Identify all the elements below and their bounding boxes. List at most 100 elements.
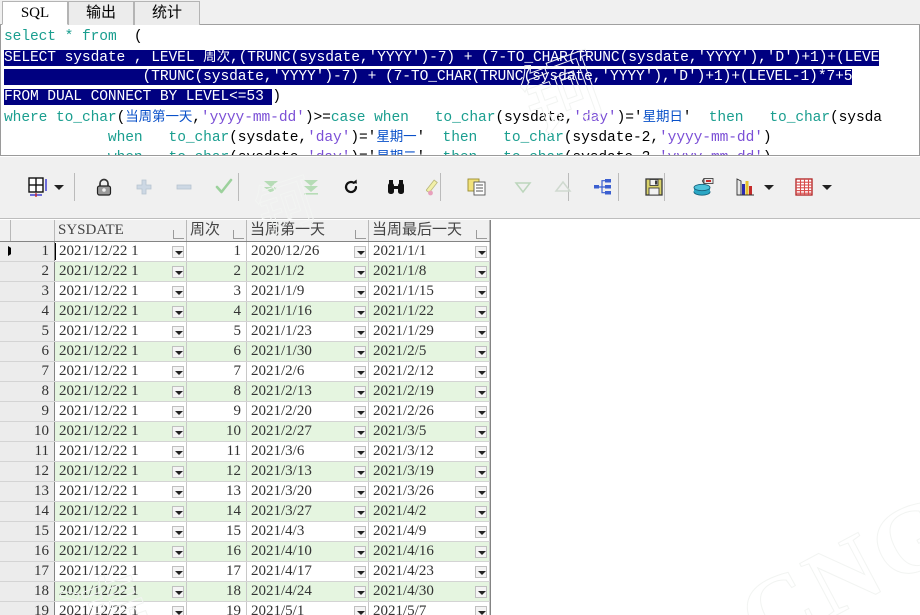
grid-layout-dropdown-arrow[interactable] xyxy=(54,182,65,193)
cell-rownum[interactable]: 7 xyxy=(11,362,55,381)
cell-dropdown-icon[interactable] xyxy=(475,326,487,338)
cell-marker[interactable] xyxy=(0,282,11,301)
cell-dropdown-icon[interactable] xyxy=(354,246,366,258)
cell-dropdown-icon[interactable] xyxy=(172,446,184,458)
cell-dropdown-icon[interactable] xyxy=(354,566,366,578)
cell-sysdate[interactable]: 2021/12/22 1 xyxy=(55,322,187,341)
cell-week[interactable]: 8 xyxy=(187,382,247,401)
cell-week[interactable]: 11 xyxy=(187,442,247,461)
cell-first[interactable]: 2021/5/1 xyxy=(247,602,369,615)
cell-dropdown-icon[interactable] xyxy=(475,486,487,498)
cell-rownum[interactable]: 18 xyxy=(11,582,55,601)
cell-last[interactable]: 2021/1/8 xyxy=(369,262,490,281)
cell-dropdown-icon[interactable] xyxy=(475,306,487,318)
column-header-rownum[interactable] xyxy=(11,220,55,241)
cell-week[interactable]: 5 xyxy=(187,322,247,341)
cell-first[interactable]: 2021/4/17 xyxy=(247,562,369,581)
table-row[interactable]: 12 2021/12/22 1 12 2021/3/13 2021/3/19 xyxy=(0,462,490,482)
column-header-sysdate[interactable]: SYSDATE xyxy=(55,220,187,241)
chart-dropdown-arrow[interactable] xyxy=(764,182,775,193)
cell-first[interactable]: 2021/4/3 xyxy=(247,522,369,541)
cell-sysdate[interactable]: 2021/12/22 1 xyxy=(55,402,187,421)
cell-dropdown-icon[interactable] xyxy=(475,566,487,578)
cell-dropdown-icon[interactable] xyxy=(475,446,487,458)
cell-dropdown-icon[interactable] xyxy=(172,346,184,358)
cell-sysdate[interactable]: 2021/12/22 1 xyxy=(55,422,187,441)
cell-rownum[interactable]: 19 xyxy=(11,602,55,615)
lock-icon[interactable] xyxy=(88,171,120,203)
cell-first[interactable]: 2021/1/30 xyxy=(247,342,369,361)
table-row[interactable]: 8 2021/12/22 1 8 2021/2/13 2021/2/19 xyxy=(0,382,490,402)
table-row[interactable]: 18 2021/12/22 1 18 2021/4/24 2021/4/30 xyxy=(0,582,490,602)
cell-dropdown-icon[interactable] xyxy=(172,426,184,438)
cell-marker[interactable] xyxy=(0,262,11,281)
refresh-icon[interactable] xyxy=(335,171,367,203)
cell-dropdown-icon[interactable] xyxy=(172,586,184,598)
cell-week[interactable]: 16 xyxy=(187,542,247,561)
cell-dropdown-icon[interactable] xyxy=(172,606,184,615)
cell-rownum[interactable]: 13 xyxy=(11,482,55,501)
column-header-week[interactable]: 周次 xyxy=(187,220,247,241)
cell-rownum[interactable]: 4 xyxy=(11,302,55,321)
table-row[interactable]: 17 2021/12/22 1 17 2021/4/17 2021/4/23 xyxy=(0,562,490,582)
grid-layout-icon[interactable] xyxy=(22,171,54,203)
cell-week[interactable]: 4 xyxy=(187,302,247,321)
cell-rownum[interactable]: 14 xyxy=(11,502,55,521)
cell-marker[interactable] xyxy=(0,462,11,481)
cell-dropdown-icon[interactable] xyxy=(475,526,487,538)
sort-ascending-icon[interactable] xyxy=(547,171,579,203)
cell-first[interactable]: 2021/1/23 xyxy=(247,322,369,341)
cell-last[interactable]: 2021/3/19 xyxy=(369,462,490,481)
cell-marker[interactable] xyxy=(0,302,11,321)
cell-last[interactable]: 2021/4/30 xyxy=(369,582,490,601)
cell-dropdown-icon[interactable] xyxy=(172,246,184,258)
table-row[interactable]: 5 2021/12/22 1 5 2021/1/23 2021/1/29 xyxy=(0,322,490,342)
cell-sysdate[interactable]: 2021/12/22 1 xyxy=(55,282,187,301)
cell-week[interactable]: 6 xyxy=(187,342,247,361)
cell-dropdown-icon[interactable] xyxy=(354,526,366,538)
cell-marker[interactable] xyxy=(0,482,11,501)
cell-rownum[interactable]: 11 xyxy=(11,442,55,461)
cell-dropdown-icon[interactable] xyxy=(172,406,184,418)
table-row[interactable]: 16 2021/12/22 1 16 2021/4/10 2021/4/16 xyxy=(0,542,490,562)
cell-sysdate[interactable]: 2021/12/22 1 xyxy=(55,582,187,601)
cell-marker[interactable] xyxy=(0,542,11,561)
commit-check-icon[interactable] xyxy=(208,171,240,203)
cell-rownum[interactable]: 1 xyxy=(11,242,55,261)
copy-to-clipboard-icon[interactable] xyxy=(462,171,494,203)
cell-dropdown-icon[interactable] xyxy=(475,286,487,298)
cell-dropdown-icon[interactable] xyxy=(172,566,184,578)
chart-icon[interactable] xyxy=(730,171,762,203)
cell-week[interactable]: 12 xyxy=(187,462,247,481)
cell-rownum[interactable]: 15 xyxy=(11,522,55,541)
cell-marker[interactable] xyxy=(0,342,11,361)
cell-dropdown-icon[interactable] xyxy=(475,426,487,438)
cell-rownum[interactable]: 10 xyxy=(11,422,55,441)
cell-last[interactable]: 2021/5/7 xyxy=(369,602,490,615)
table-row[interactable]: 1 2021/12/22 1 1 2020/12/26 2021/1/1 xyxy=(0,242,490,262)
cell-dropdown-icon[interactable] xyxy=(475,506,487,518)
cell-dropdown-icon[interactable] xyxy=(475,606,487,615)
cell-last[interactable]: 2021/2/5 xyxy=(369,342,490,361)
cell-first[interactable]: 2021/4/10 xyxy=(247,542,369,561)
cell-rownum[interactable]: 8 xyxy=(11,382,55,401)
table-row[interactable]: 4 2021/12/22 1 4 2021/1/16 2021/1/22 xyxy=(0,302,490,322)
result-grid[interactable]: SYSDATE 周次 当周第一天 当周最后一天 1 2021/12/22 1 1 2020/… xyxy=(0,220,491,615)
cell-last[interactable]: 2021/3/12 xyxy=(369,442,490,461)
cell-last[interactable]: 2021/3/5 xyxy=(369,422,490,441)
cell-dropdown-icon[interactable] xyxy=(354,546,366,558)
cell-dropdown-icon[interactable] xyxy=(475,366,487,378)
cell-marker[interactable] xyxy=(0,442,11,461)
cell-dropdown-icon[interactable] xyxy=(172,266,184,278)
cell-first[interactable]: 2020/12/26 xyxy=(247,242,369,261)
explain-plan-icon[interactable] xyxy=(588,171,620,203)
cell-dropdown-icon[interactable] xyxy=(354,386,366,398)
table-row[interactable]: 19 2021/12/22 1 19 2021/5/1 2021/5/7 xyxy=(0,602,490,615)
tab-sql[interactable]: SQL xyxy=(2,1,68,25)
cell-dropdown-icon[interactable] xyxy=(172,386,184,398)
column-filter-icon[interactable] xyxy=(233,230,244,239)
tab-statistics[interactable]: 统计 xyxy=(134,1,200,25)
highlight-icon[interactable] xyxy=(420,171,452,203)
fetch-next-page-icon[interactable] xyxy=(255,171,287,203)
cell-sysdate[interactable]: 2021/12/22 1 xyxy=(55,522,187,541)
